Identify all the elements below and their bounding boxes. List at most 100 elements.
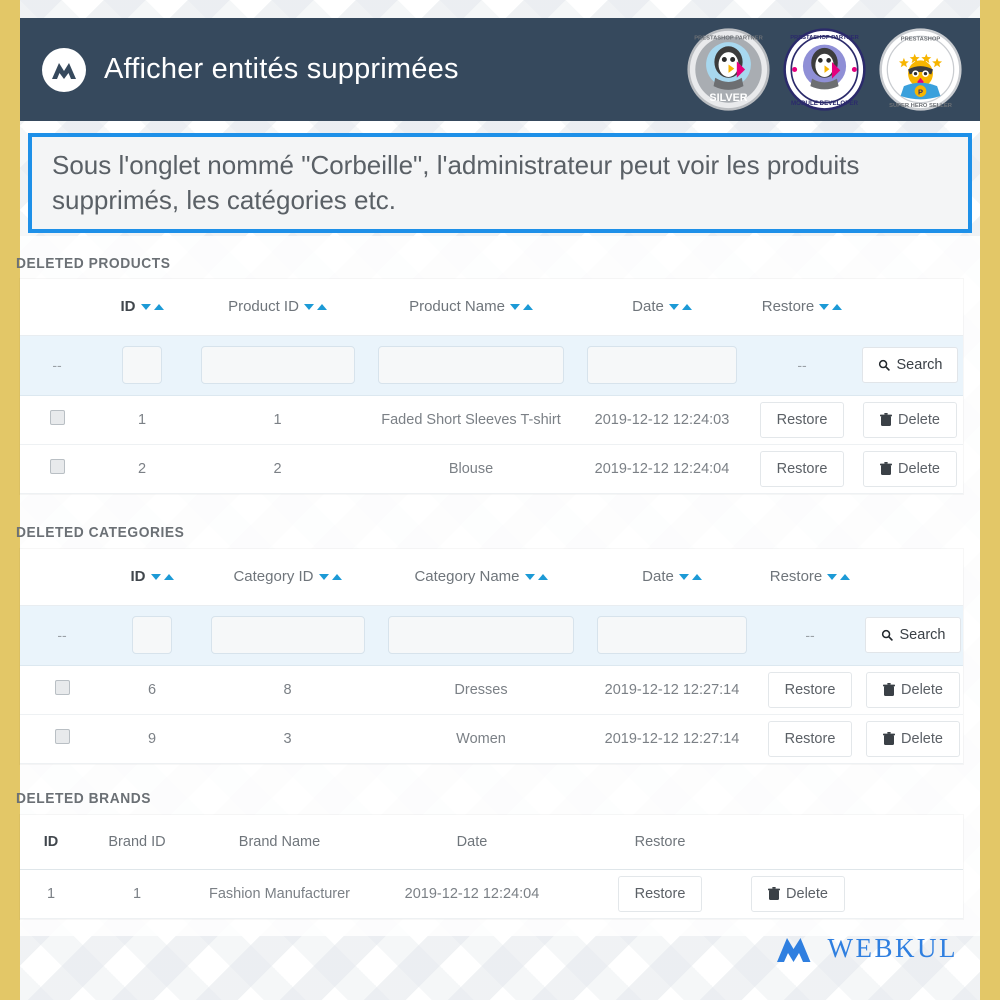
sort-arrows-icon[interactable] bbox=[819, 304, 843, 311]
row-checkbox-cell bbox=[20, 665, 104, 715]
deleted-categories-card: ID Category ID Category Name Date Restor… bbox=[20, 549, 963, 764]
sort-arrows-icon[interactable] bbox=[509, 304, 533, 311]
cell-restore: Restore bbox=[757, 665, 863, 715]
deleted-categories-rows: 6 8 Dresses 2019-12-12 12:27:14 Restore … bbox=[20, 665, 963, 764]
column-header-product-name[interactable]: Product Name bbox=[365, 279, 577, 336]
row-checkbox-cell bbox=[20, 395, 94, 445]
delete-button[interactable]: Delete bbox=[751, 875, 845, 912]
column-header-category-id[interactable]: Category ID bbox=[200, 549, 375, 606]
delete-button-label: Delete bbox=[898, 411, 940, 428]
cell-delete: Delete bbox=[857, 395, 963, 445]
column-header-category-name[interactable]: Category Name bbox=[375, 549, 587, 606]
delete-button[interactable]: Delete bbox=[866, 720, 960, 757]
column-header-id[interactable]: ID bbox=[94, 279, 190, 336]
table-row: 1 1 Faded Short Sleeves T-shirt 2019-12-… bbox=[20, 395, 963, 445]
row-checkbox[interactable] bbox=[54, 729, 70, 744]
cell-brand-name: Fashion Manufacturer bbox=[192, 869, 367, 919]
filter-restore-placeholder: -- bbox=[747, 335, 857, 396]
cell-date: 2019-12-12 12:27:14 bbox=[587, 665, 757, 715]
row-checkbox[interactable] bbox=[49, 410, 65, 425]
deleted-brands-table: ID Brand ID Brand Name Date Restore 1 1 … bbox=[20, 815, 963, 919]
cell-restore: Restore bbox=[747, 395, 857, 445]
sort-arrows-icon[interactable] bbox=[318, 574, 342, 581]
section-title-deleted-categories: DELETED CATEGORIES bbox=[16, 524, 185, 541]
cell-id: 9 bbox=[104, 714, 200, 764]
table-header-row: ID Category ID Category Name Date Restor… bbox=[20, 549, 963, 606]
column-header-id[interactable]: ID bbox=[104, 549, 200, 606]
cell-category-id: 3 bbox=[200, 714, 375, 764]
cell-spacer bbox=[853, 869, 963, 919]
cell-date: 2019-12-12 12:27:14 bbox=[587, 714, 757, 764]
search-button[interactable]: Search bbox=[861, 347, 959, 383]
restore-button[interactable]: Restore bbox=[767, 671, 853, 708]
table-header-row: ID Brand ID Brand Name Date Restore bbox=[20, 815, 963, 870]
svg-text:P: P bbox=[918, 87, 923, 96]
row-checkbox-cell bbox=[20, 714, 104, 764]
cell-date: 2019-12-12 12:24:04 bbox=[577, 444, 747, 494]
cell-category-id: 8 bbox=[200, 665, 375, 715]
column-header-date[interactable]: Date bbox=[587, 549, 757, 606]
sort-arrows-icon[interactable] bbox=[524, 574, 548, 581]
filter-cell-category-id bbox=[200, 605, 375, 666]
restore-button[interactable]: Restore bbox=[617, 875, 703, 912]
svg-text:PRESTASHOP PARTNER: PRESTASHOP PARTNER bbox=[694, 36, 763, 42]
filter-input-product-name[interactable] bbox=[377, 346, 565, 384]
cell-delete: Delete bbox=[857, 444, 963, 494]
deleted-products-table: ID Product ID Product Name Date Restore … bbox=[20, 279, 963, 494]
sort-arrows-icon[interactable] bbox=[140, 304, 164, 311]
filter-input-date[interactable] bbox=[597, 616, 747, 654]
cell-product-name: Blouse bbox=[365, 444, 577, 494]
restore-button[interactable]: Restore bbox=[767, 720, 853, 757]
filter-input-date[interactable] bbox=[587, 346, 737, 384]
column-header-brand-name: Brand Name bbox=[192, 815, 367, 870]
search-button[interactable]: Search bbox=[864, 617, 962, 653]
row-checkbox[interactable] bbox=[49, 459, 65, 474]
sort-arrows-icon[interactable] bbox=[678, 574, 702, 581]
cell-id: 1 bbox=[20, 869, 82, 919]
svg-text:SILVER: SILVER bbox=[709, 92, 747, 104]
trash-icon bbox=[880, 461, 893, 475]
row-checkbox-cell bbox=[20, 444, 94, 494]
prestashop-partner-silver-badge: SILVER PRESTASHOP PARTNER bbox=[687, 28, 770, 111]
column-header-date: Date bbox=[367, 815, 577, 870]
sort-arrows-icon[interactable] bbox=[303, 304, 327, 311]
sort-arrows-icon[interactable] bbox=[150, 574, 174, 581]
cell-id: 6 bbox=[104, 665, 200, 715]
trash-icon bbox=[883, 731, 896, 745]
delete-button-label: Delete bbox=[786, 885, 828, 902]
delete-button-label: Delete bbox=[901, 730, 943, 747]
column-header-product-id[interactable]: Product ID bbox=[190, 279, 365, 336]
column-header-actions bbox=[743, 815, 853, 870]
column-header-restore[interactable]: Restore bbox=[757, 549, 863, 606]
info-callout-text: Sous l'onglet nommé "Corbeille", l'admin… bbox=[52, 150, 860, 215]
filter-input-category-id[interactable] bbox=[210, 616, 365, 654]
column-select-all bbox=[20, 279, 94, 336]
cell-category-name: Dresses bbox=[375, 665, 587, 715]
filter-cell-search: Search bbox=[857, 335, 963, 396]
table-header-row: ID Product ID Product Name Date Restore bbox=[20, 279, 963, 336]
svg-text:PRESTASHOP PARTNER: PRESTASHOP PARTNER bbox=[790, 35, 859, 41]
row-checkbox[interactable] bbox=[54, 680, 70, 695]
filter-cell-date bbox=[587, 605, 757, 666]
filter-input-category-name[interactable] bbox=[387, 616, 575, 654]
filter-input-product-id[interactable] bbox=[200, 346, 355, 384]
filter-cell-product-id bbox=[190, 335, 365, 396]
restore-button[interactable]: Restore bbox=[759, 450, 845, 487]
webkul-logo-icon bbox=[42, 47, 86, 92]
sort-arrows-icon[interactable] bbox=[827, 574, 851, 581]
footer-brand: WEBKUL bbox=[776, 933, 958, 964]
cell-delete: Delete bbox=[743, 869, 853, 919]
restore-button[interactable]: Restore bbox=[759, 401, 845, 438]
column-header-date[interactable]: Date bbox=[577, 279, 747, 336]
delete-button[interactable]: Delete bbox=[863, 401, 957, 438]
deleted-products-card: ID Product ID Product Name Date Restore … bbox=[20, 279, 963, 494]
table-row: 9 3 Women 2019-12-12 12:27:14 Restore De… bbox=[20, 714, 963, 764]
sort-arrows-icon[interactable] bbox=[668, 304, 692, 311]
column-header-restore[interactable]: Restore bbox=[747, 279, 857, 336]
filter-input-id[interactable] bbox=[122, 346, 162, 384]
delete-button[interactable]: Delete bbox=[866, 671, 960, 708]
delete-button[interactable]: Delete bbox=[863, 450, 957, 487]
filter-input-id[interactable] bbox=[132, 616, 172, 654]
column-header-id: ID bbox=[20, 815, 82, 870]
table-row: 6 8 Dresses 2019-12-12 12:27:14 Restore … bbox=[20, 665, 963, 715]
